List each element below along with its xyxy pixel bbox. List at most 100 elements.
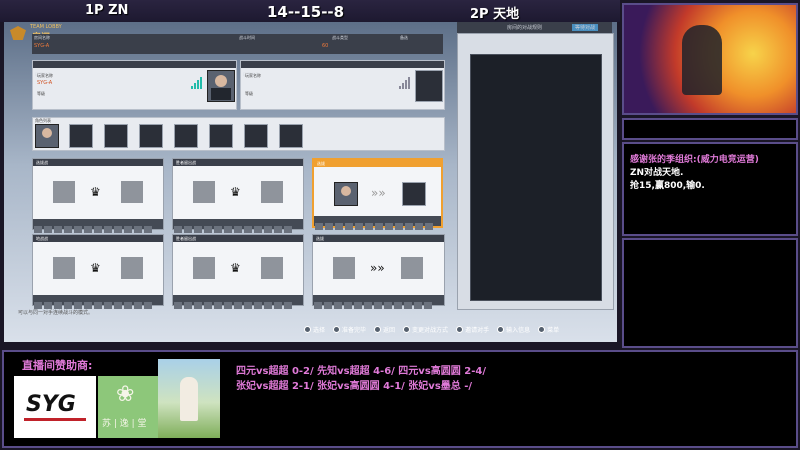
roster-panel: 角色列表 <box>32 117 445 151</box>
info-label-extra: 备选 <box>400 35 408 40</box>
p2-name-label: 玩家名称 <box>245 73 261 78</box>
tab-waiting[interactable]: 等待对战 <box>572 24 599 31</box>
info-label-type: 战斗类型 <box>332 35 348 40</box>
member-strip <box>314 216 441 230</box>
figure-shape <box>180 377 198 421</box>
crown-icon: ♛ <box>230 261 241 275</box>
options-button-icon <box>538 326 546 333</box>
info-label-room: 房间名称 <box>34 35 50 40</box>
mode-card[interactable]: 选拔战 ♛ <box>32 158 164 233</box>
roster-slot[interactable] <box>69 124 93 148</box>
team-slot <box>121 257 143 279</box>
sponsor-logo-text: SYG <box>26 392 76 417</box>
p2-avatar-empty <box>415 70 443 102</box>
hint-select: 选择 <box>304 325 325 334</box>
arrows-icon: »» <box>370 261 385 275</box>
announcement-panel: 感谢张的季组织:(威力电竞运营) ZN对战天地. 抢15,赢800,输0. <box>622 142 798 236</box>
team-slot-filled <box>334 182 358 206</box>
hint-back: 返回 <box>374 325 395 334</box>
team-slot <box>333 257 355 279</box>
mode-title: 地战战 <box>36 236 48 241</box>
sponsor2-text: 苏 | 逸 | 堂 <box>102 419 147 429</box>
team-slot <box>53 257 75 279</box>
dpad-icon <box>304 326 311 333</box>
team-slot <box>401 257 423 279</box>
cross-button-icon <box>374 326 382 333</box>
mode-card[interactable]: 选拔 »» <box>312 234 445 309</box>
roster-slot-filled[interactable] <box>35 124 59 148</box>
roster-slot[interactable] <box>139 124 163 148</box>
results-line: 四元vs超超 0-2/ 先知vs超超 4-6/ 四元vs高圆圆 2-4/ <box>236 366 486 377</box>
score-bar: 1P ZN 14--15--8 2P 天地 <box>0 0 620 22</box>
p1-avatar <box>207 70 235 102</box>
info-label-time: 战斗时间 <box>239 35 255 40</box>
hint-menu: 菜单 <box>538 325 559 334</box>
crest-icon <box>10 26 26 40</box>
hint-invite: 邀请对手 <box>456 325 489 334</box>
team-slot <box>261 257 283 279</box>
signal-icon <box>399 75 413 89</box>
team-slot <box>261 181 283 203</box>
team-slot <box>53 181 75 203</box>
circle-button-icon <box>333 326 341 333</box>
mode-title: 选拔战 <box>36 160 48 165</box>
sponsor-bar: 直播间赞助商: SYG ❀ 苏 | 逸 | 堂 四元vs超超 0-2/ 先知vs… <box>2 350 798 448</box>
game-screen: TEAM LOBBY 房间 房间名称 SYG-A 战斗时间 60 战斗类型 备选… <box>4 22 617 342</box>
lobby-logo <box>10 26 26 40</box>
tab-rules[interactable]: 房间的对战规则 <box>507 24 542 31</box>
member-strip <box>173 295 303 309</box>
member-strip <box>33 295 163 309</box>
team-slot <box>193 257 215 279</box>
square-button-icon <box>403 326 411 333</box>
p1-info-panel: 玩家信息 玩家名称 SYG-A 等级 <box>32 60 237 110</box>
sponsor-label: 直播间赞助商: <box>22 359 93 372</box>
announcement-line: 抢15,赢800,输0. <box>630 181 705 191</box>
sponsor-photo <box>158 359 220 438</box>
crown-icon: ♛ <box>90 261 101 275</box>
right-tabbar: 房间的对战规则 等待对战 <box>457 22 612 33</box>
mode-card[interactable]: 胜者留出战 ♛ <box>172 158 304 233</box>
logo-underline <box>24 418 86 421</box>
triangle-button-icon <box>456 326 464 333</box>
button-hints: 选择 准备完毕 返回 变更对战方式 邀请对手 输入信息 菜单 <box>304 325 559 334</box>
mode-title: 选拔 <box>316 236 324 241</box>
arrows-icon: »» <box>371 186 386 200</box>
hint-input: 输入信息 <box>497 325 530 334</box>
roster-slot[interactable] <box>279 124 303 148</box>
crown-icon: ♛ <box>230 185 241 199</box>
member-strip <box>33 219 163 233</box>
sponsor-logo-suyitang: ❀ 苏 | 逸 | 堂 <box>98 376 158 438</box>
camera-panel <box>622 3 798 115</box>
battle-time-value: 60 <box>322 43 329 49</box>
sponsor-logo-syg: SYG <box>14 376 96 438</box>
info-panel-top <box>622 118 798 140</box>
results-line: 张妃vs超超 2-1/ 张妃vs高圆圆 4-1/ 张妃vs墨总 -/ <box>236 381 473 392</box>
mode-title: 选拔 <box>317 161 325 166</box>
mode-card[interactable]: 地战战 ♛ <box>32 234 164 309</box>
announcement-line: ZN对战天地. <box>630 168 684 178</box>
info-panel-bottom <box>622 238 798 348</box>
hint-change-mode: 变更对战方式 <box>403 325 448 334</box>
mode-title: 胜者留出战 <box>176 160 196 165</box>
mode-title: 胜者留出战 <box>176 236 196 241</box>
p2-info-panel: 玩家信息 玩家名称 等级 <box>240 60 445 110</box>
mode-card[interactable]: 胜者留出战 ♛ <box>172 234 304 309</box>
team-slot <box>121 181 143 203</box>
roster-slot[interactable] <box>244 124 268 148</box>
roster-slot[interactable] <box>174 124 198 148</box>
score-display: 14--15--8 <box>267 3 345 21</box>
team-slot <box>402 182 426 206</box>
team-slot <box>193 181 215 203</box>
room-info-row: 房间名称 SYG-A 战斗时间 60 战斗类型 备选 <box>32 34 443 54</box>
room-name-value: SYG-A <box>34 43 50 49</box>
roster-slot[interactable] <box>209 124 233 148</box>
roster-slot[interactable] <box>104 124 128 148</box>
crown-icon: ♛ <box>90 185 101 199</box>
hint-ready: 准备完毕 <box>333 325 366 334</box>
waiting-panel <box>457 33 614 310</box>
character-art <box>682 25 722 95</box>
p1-name: SYG-A <box>37 80 53 86</box>
mode-card-selected[interactable]: 选拔 »» <box>312 158 443 230</box>
p1-name-label: 玩家名称 <box>37 73 53 78</box>
player1-name: 1P ZN <box>85 3 129 18</box>
